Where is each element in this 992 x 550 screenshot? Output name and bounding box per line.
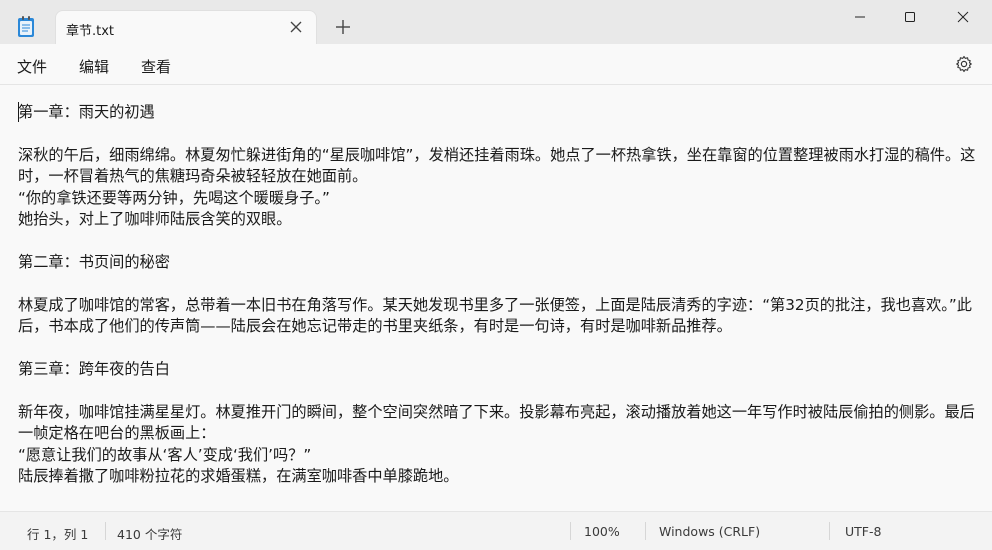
tab-chapter-file[interactable]: 章节.txt — [55, 10, 317, 44]
title-bar: 章节.txt — [0, 0, 992, 44]
encoding[interactable]: UTF-8 — [845, 524, 881, 539]
document-text[interactable]: 第一章：雨天的初遇 深秋的午后，细雨绵绵。林夏匆忙躲进街角的“星辰咖啡馆”，发梢… — [18, 102, 983, 487]
maximize-icon — [905, 12, 915, 22]
close-window-button[interactable] — [940, 0, 986, 34]
zoom-level[interactable]: 100% — [584, 524, 620, 539]
close-icon[interactable] — [288, 19, 304, 35]
character-count: 410 个字符 — [117, 527, 183, 542]
status-divider — [570, 522, 571, 540]
close-icon — [957, 11, 969, 23]
plus-icon[interactable] — [334, 18, 352, 36]
text-editor[interactable]: 第一章：雨天的初遇 深秋的午后，细雨绵绵。林夏匆忙躲进街角的“星辰咖啡馆”，发梢… — [0, 84, 992, 511]
text-caret — [18, 102, 19, 122]
line-ending[interactable]: Windows (CRLF) — [659, 524, 760, 539]
minimize-icon — [855, 16, 865, 18]
status-divider — [645, 522, 646, 540]
status-divider — [105, 522, 106, 540]
status-divider — [829, 522, 830, 540]
cursor-position[interactable]: 行 1，列 1 — [27, 524, 88, 543]
menu-file[interactable]: 文件 — [17, 56, 47, 77]
status-bar: 行 1，列 1 410 个字符 100% Windows (CRLF) UTF-… — [0, 511, 992, 550]
menu-edit[interactable]: 编辑 — [79, 56, 109, 77]
minimize-button[interactable] — [837, 0, 883, 34]
menu-bar: 文件 编辑 查看 — [0, 44, 992, 84]
notepad-icon — [18, 16, 34, 37]
tab-title: 章节.txt — [66, 24, 115, 39]
gear-icon[interactable] — [955, 55, 973, 73]
menu-view[interactable]: 查看 — [141, 56, 171, 77]
maximize-button[interactable] — [887, 0, 933, 34]
